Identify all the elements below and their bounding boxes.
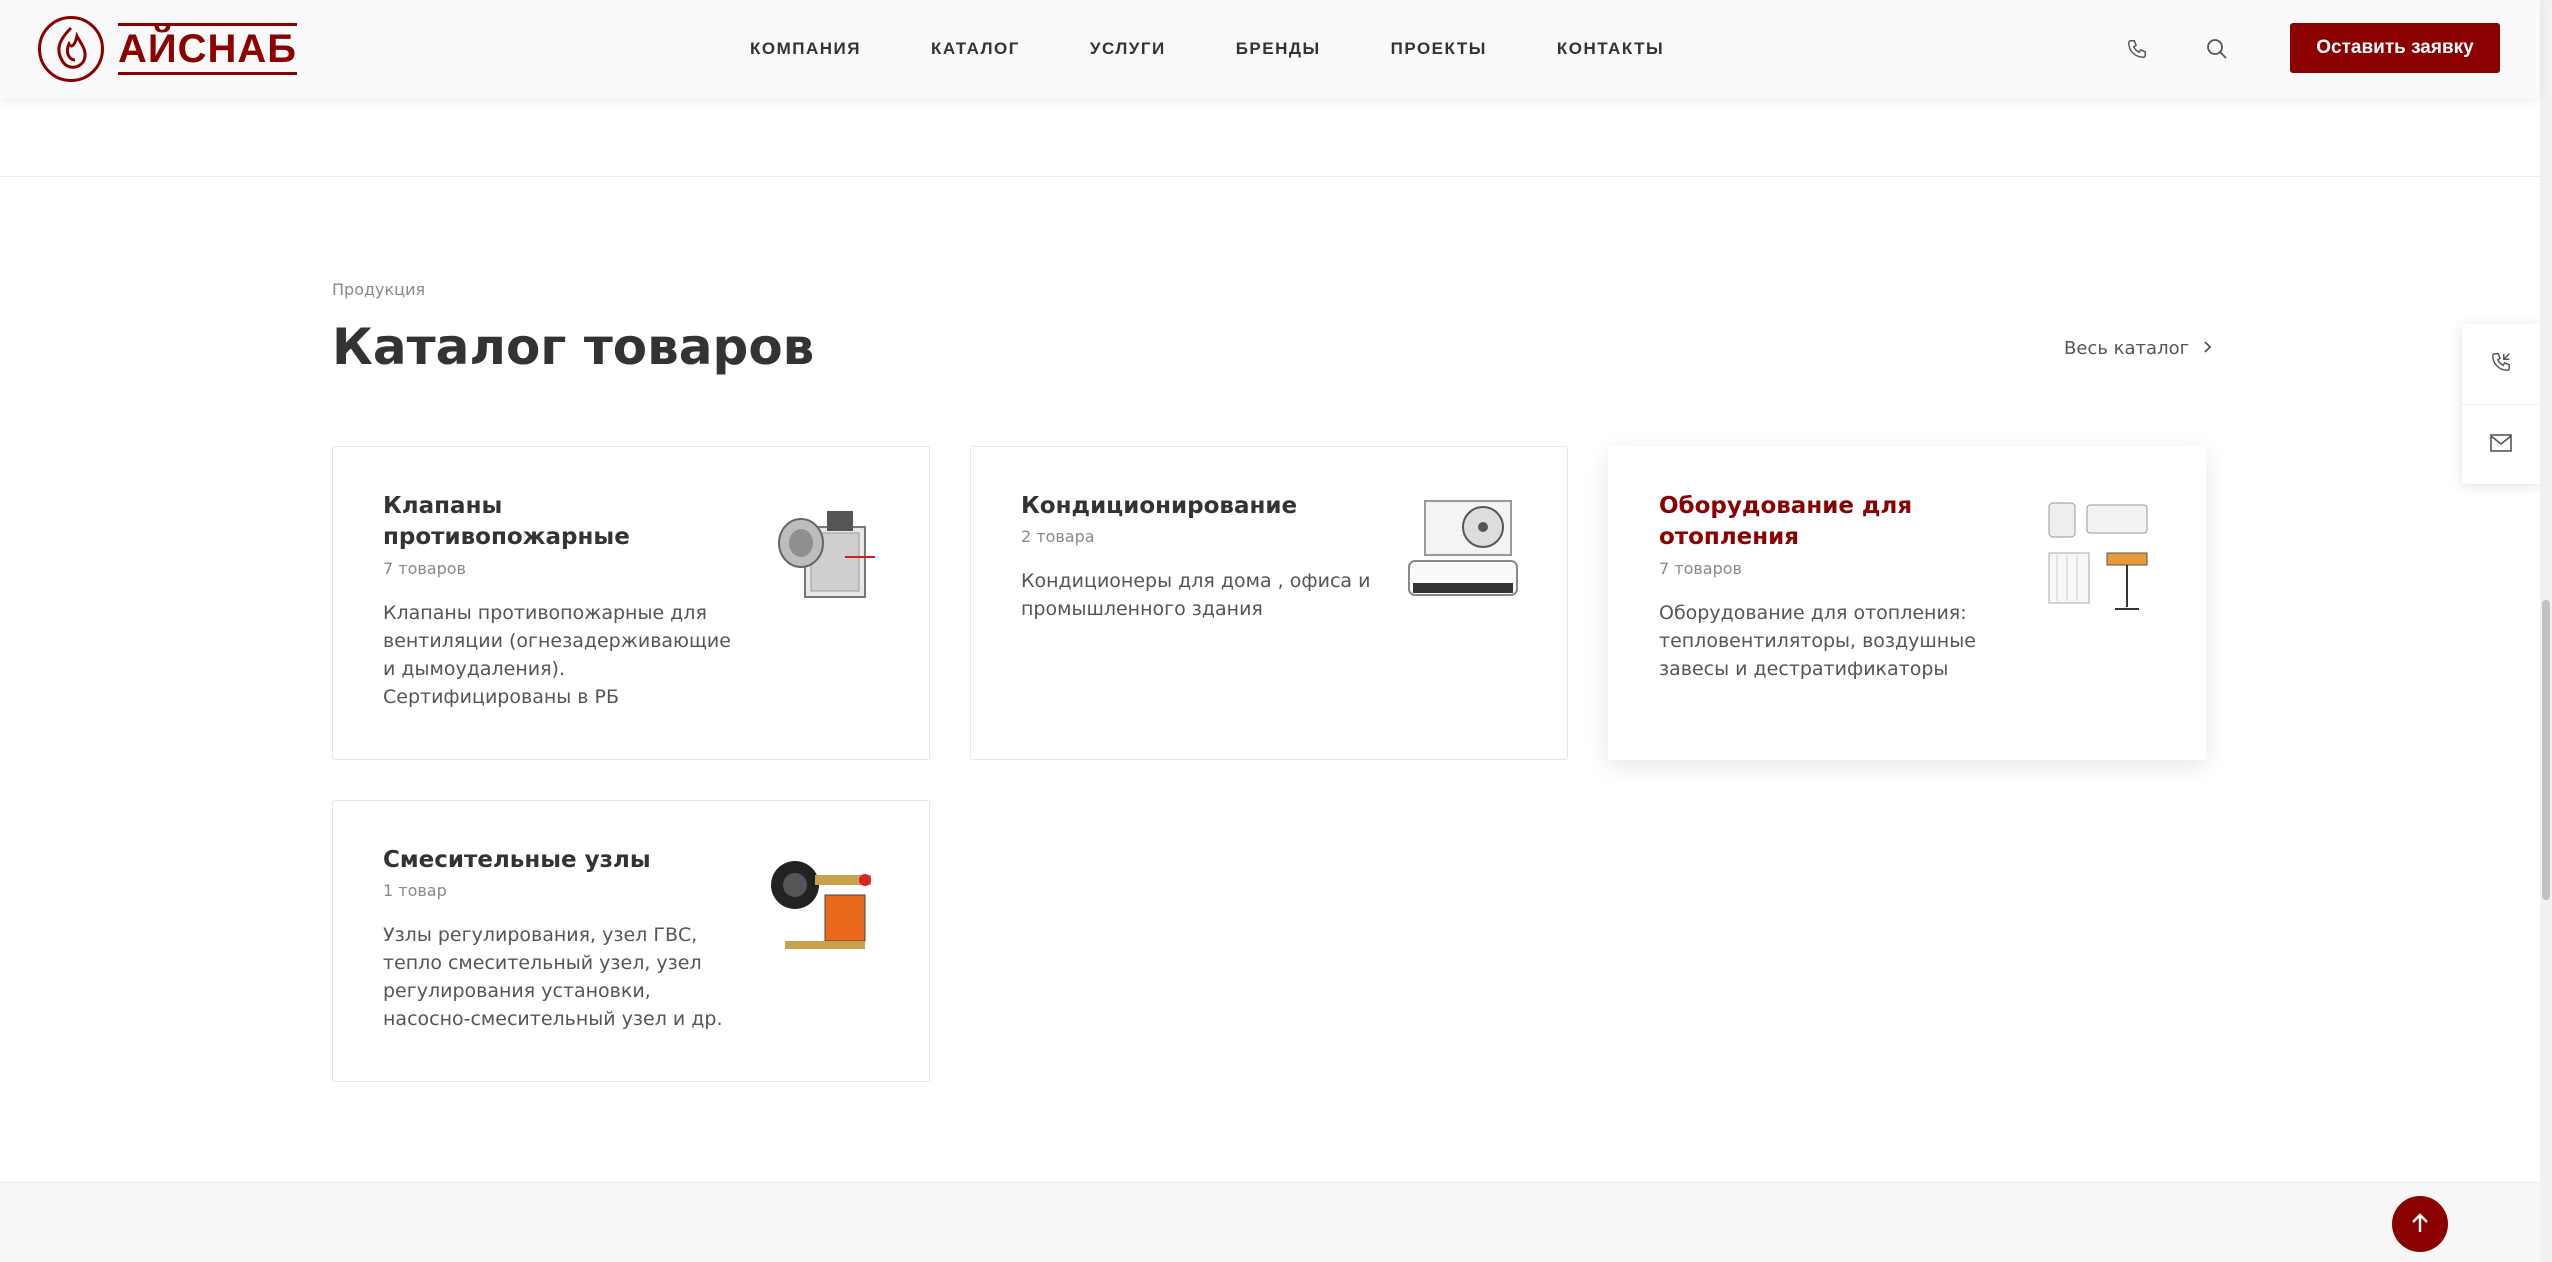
page-title: Каталог товаров	[332, 318, 815, 376]
footer-strip	[0, 1182, 2540, 1262]
card-description: Клапаны противопожарные для вентиляции (…	[383, 602, 731, 708]
catalog-card-mixing-units[interactable]: Смесительные узлы 1 товар Узлы регулиров…	[332, 800, 930, 1082]
main-nav: КОМПАНИЯ КАТАЛОГ УСЛУГИ БРЕНДЫ ПРОЕКТЫ К…	[750, 0, 1734, 98]
callback-phone-icon	[2490, 351, 2512, 377]
mixing-unit-image	[765, 845, 885, 965]
nav-projects[interactable]: ПРОЕКТЫ	[1391, 39, 1487, 59]
callback-button[interactable]	[2462, 324, 2540, 404]
logo[interactable]: АЙСНАБ	[38, 16, 298, 82]
site-header: АЙСНАБ КОМПАНИЯ КАТАЛОГ УСЛУГИ БРЕНДЫ ПР…	[0, 0, 2540, 98]
nav-services[interactable]: УСЛУГИ	[1090, 39, 1166, 59]
all-catalog-link[interactable]: Весь каталог	[2064, 338, 2213, 359]
catalog-card-heating-equipment[interactable]: Оборудование для отопления 7 товаров Обо…	[1608, 446, 2206, 760]
email-button[interactable]	[2462, 404, 2540, 484]
nav-company[interactable]: КОМПАНИЯ	[750, 39, 861, 59]
card-count: 2 товара	[1021, 527, 1095, 546]
section-divider	[0, 176, 2540, 177]
nav-brands[interactable]: БРЕНДЫ	[1236, 39, 1321, 59]
catalog-card-fire-valves[interactable]: Клапаны противопожарные 7 товаров Клапан…	[332, 446, 930, 760]
back-to-top-button[interactable]	[2392, 1196, 2448, 1252]
card-title: Смесительные узлы	[383, 847, 651, 873]
fire-valve-image	[765, 497, 885, 617]
card-title: Клапаны противопожарные	[383, 493, 630, 550]
chevron-right-icon	[2203, 338, 2213, 359]
section-tag: Продукция	[332, 280, 426, 299]
card-description: Узлы регулирования, узел ГВС, тепло смес…	[383, 924, 723, 1030]
all-catalog-label: Весь каталог	[2064, 338, 2190, 359]
scrollbar-thumb[interactable]	[2542, 600, 2550, 900]
side-contact-widget	[2462, 324, 2540, 484]
card-description: Кондиционеры для дома , офиса и промышле…	[1021, 570, 1371, 620]
card-description: Оборудование для отопления: тепловентиля…	[1659, 602, 1976, 680]
nav-catalog[interactable]: КАТАЛОГ	[931, 39, 1020, 59]
page-scrollbar[interactable]	[2540, 0, 2552, 1262]
mail-icon	[2490, 433, 2512, 456]
air-conditioner-image	[1403, 497, 1523, 617]
phone-icon[interactable]	[2120, 32, 2154, 66]
card-count: 7 товаров	[383, 559, 466, 578]
card-count: 7 товаров	[1659, 559, 1742, 578]
arrow-up-icon	[2410, 1212, 2430, 1237]
heating-equipment-image	[2041, 497, 2161, 617]
nav-contacts[interactable]: КОНТАКТЫ	[1557, 39, 1664, 59]
flame-logo-icon	[38, 16, 104, 82]
card-count: 1 товар	[383, 881, 447, 900]
card-title: Оборудование для отопления	[1659, 493, 1913, 550]
card-title: Кондиционирование	[1021, 493, 1298, 519]
leave-request-button[interactable]: Оставить заявку	[2290, 23, 2500, 73]
search-icon[interactable]	[2200, 32, 2234, 66]
logo-text: АЙСНАБ	[118, 23, 298, 75]
catalog-card-air-conditioning[interactable]: Кондиционирование 2 товара Кондиционеры …	[970, 446, 1568, 760]
